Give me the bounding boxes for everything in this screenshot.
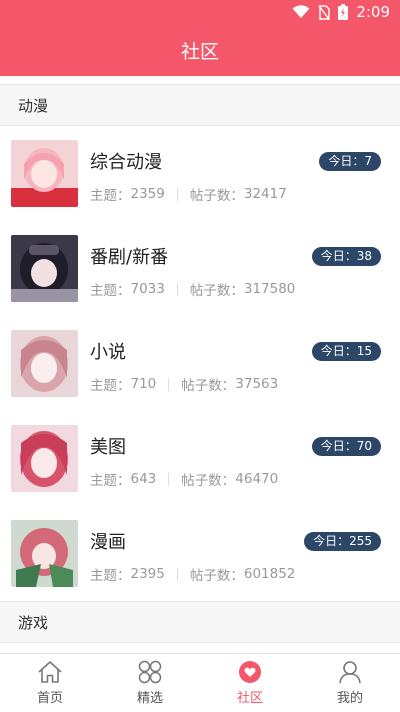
today-badge: 今日：7 <box>319 152 381 171</box>
forum-name: 小说 <box>90 342 126 363</box>
app-bar: 社区 <box>0 24 400 76</box>
topics-count: 710 <box>130 376 157 392</box>
topics-label: 主题： <box>90 473 131 489</box>
posts-label: 帖子数： <box>189 568 244 584</box>
stats-divider <box>168 472 170 486</box>
forum-thumbnail <box>11 425 78 492</box>
community-icon <box>239 661 261 683</box>
forum-stats: 主题： 2359 帖子数： 32417 <box>90 184 287 204</box>
posts-label: 帖子数： <box>181 378 236 394</box>
forum-thumbnail <box>11 330 78 397</box>
forum-thumbnail <box>11 235 78 302</box>
topics-label: 主题： <box>90 188 131 204</box>
today-badge: 今日：38 <box>311 247 381 266</box>
posts-count: 601852 <box>243 566 296 582</box>
forum-stats: 主题： 710 帖子数： 37563 <box>90 374 278 394</box>
today-badge: 今日：255 <box>304 532 381 551</box>
status-bar: 2:09 <box>0 0 400 24</box>
wifi-icon <box>292 5 310 18</box>
posts-label: 帖子数： <box>189 188 244 204</box>
forum-row-novel[interactable]: 小说 主题： 710 帖子数： 37563 今日：15 <box>0 316 400 411</box>
battery-icon <box>338 4 349 20</box>
grid-icon <box>138 660 162 684</box>
bottom-tab-bar: 首页 精选 社区 我的 <box>0 653 400 712</box>
forum-list[interactable]: 动漫 综合动漫 主题： 2359 帖子数： 32417 今日：7 番剧/新番 主题：… <box>0 76 400 653</box>
tab-label: 社区 <box>236 691 263 706</box>
forum-row-partial[interactable] <box>0 643 400 653</box>
forum-name: 美图 <box>90 437 126 458</box>
forum-thumbnail <box>11 520 78 587</box>
forum-row-bangumi[interactable]: 番剧/新番 主题： 7033 帖子数： 317580 今日：38 <box>0 221 400 316</box>
topics-count: 2359 <box>130 186 165 202</box>
stats-divider <box>176 187 178 201</box>
posts-count: 32417 <box>243 186 287 202</box>
tab-label: 首页 <box>36 691 63 706</box>
forum-row-pictures[interactable]: 美图 主题： 643 帖子数： 46470 今日：70 <box>0 411 400 506</box>
tab-label: 精选 <box>136 691 163 706</box>
forum-row-comics[interactable]: 漫画 主题： 2395 帖子数： 601852 今日：255 <box>0 506 400 601</box>
tab-mine[interactable]: 我的 <box>300 654 400 712</box>
tab-featured[interactable]: 精选 <box>100 654 200 712</box>
section-header-anime: 动漫 <box>0 84 400 126</box>
status-time: 2:09 <box>356 3 390 21</box>
posts-count: 46470 <box>235 471 279 487</box>
tab-community[interactable]: 社区 <box>200 654 300 712</box>
posts-label: 帖子数： <box>189 283 244 299</box>
user-icon <box>339 661 361 684</box>
forum-row-general-anime[interactable]: 综合动漫 主题： 2359 帖子数： 32417 今日：7 <box>0 126 400 221</box>
page-title: 社区 <box>180 40 219 63</box>
stats-divider <box>176 567 178 581</box>
today-badge: 今日：70 <box>311 437 381 456</box>
forum-stats: 主题： 643 帖子数： 46470 <box>90 469 278 489</box>
topics-label: 主题： <box>90 283 131 299</box>
tab-home[interactable]: 首页 <box>0 654 100 712</box>
home-icon <box>38 661 62 683</box>
section-title: 动漫 <box>18 96 49 115</box>
posts-count: 37563 <box>235 376 279 392</box>
posts-label: 帖子数： <box>181 473 236 489</box>
forum-stats: 主题： 7033 帖子数： 317580 <box>90 279 295 299</box>
stats-divider <box>176 282 178 296</box>
topics-label: 主题： <box>90 378 131 394</box>
posts-count: 317580 <box>243 281 296 297</box>
topics-count: 643 <box>130 471 157 487</box>
forum-name: 综合动漫 <box>90 152 162 173</box>
section-header-games: 游戏 <box>0 601 400 643</box>
stats-divider <box>168 377 170 391</box>
today-badge: 今日：15 <box>311 342 381 361</box>
forum-name: 番剧/新番 <box>90 247 169 268</box>
section-title: 游戏 <box>18 613 49 632</box>
no-sim-icon <box>318 4 331 20</box>
forum-name: 漫画 <box>90 532 126 553</box>
tab-label: 我的 <box>336 691 363 706</box>
topics-count: 2395 <box>130 566 165 582</box>
forum-stats: 主题： 2395 帖子数： 601852 <box>90 564 295 584</box>
forum-thumbnail <box>11 140 78 207</box>
topics-label: 主题： <box>90 568 131 584</box>
topics-count: 7033 <box>130 281 165 297</box>
